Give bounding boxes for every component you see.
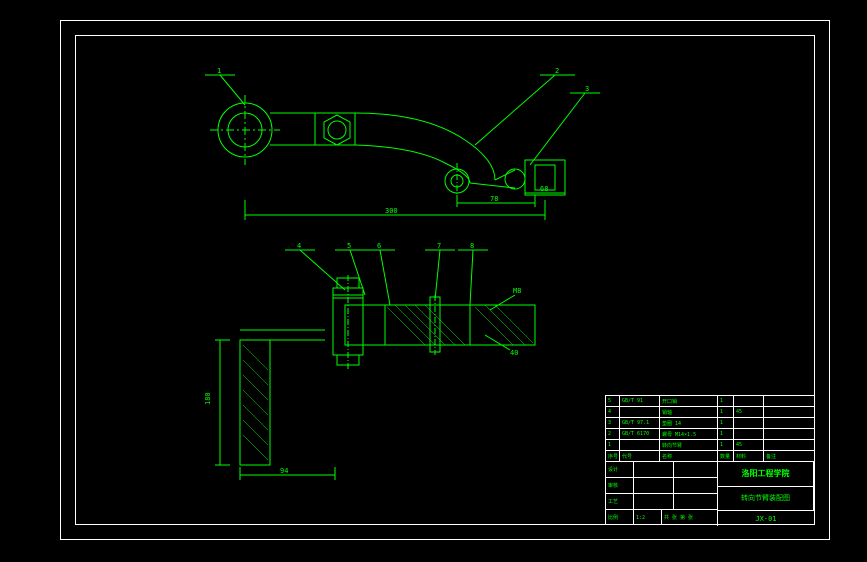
balloon-6: 6 [377,242,381,250]
balloon-1: 1 [217,67,221,75]
parts-row: 2 GB/T 6170 螺母 M14×1.5 1 [606,429,814,440]
balloon-5: 5 [347,242,351,250]
dim-right-span: 78 [490,195,498,203]
sheet-label: 共 张 第 张 [662,510,717,525]
designer-label: 设计 [606,462,634,477]
dim-overall: 300 [385,207,398,215]
balloon-8: 8 [470,242,474,250]
parts-header-row: 序号 代号 名称 数量 材料 备注 [606,451,814,462]
parts-row: 5 GB/T 91 开口销 1 [606,396,814,407]
checker-label: 审核 [606,478,634,493]
balloon-2: 2 [555,67,559,75]
drawing-title: 转向节臂装配图 [718,487,814,512]
parts-row: 3 GB/T 97.1 垫圈 14 1 [606,418,814,429]
scale-label: 比例 [606,510,634,525]
balloon-7: 7 [437,242,441,250]
parts-row: 4 销轴 1 45 [606,407,814,418]
balloon-4: 4 [297,242,301,250]
scale-value: 1:2 [634,510,662,525]
drawing-number: JX-01 [718,511,814,526]
dim-right-off: 68 [540,185,548,193]
dim-note-m8: M8 [513,287,521,295]
dim-note-40: 40 [510,349,518,357]
title-block: 5 GB/T 91 开口销 1 4 销轴 1 45 3 GB/T 97.1 垫圈… [605,395,815,525]
parts-row: 1 转向节臂 1 45 [606,440,814,451]
approver-label: 工艺 [606,494,634,509]
cad-drawing-canvas: 1 2 3 300 78 68 4 5 6 7 8 180 94 M8 40 5… [75,35,815,525]
school-name: 洛阳工程学院 [718,462,814,487]
dim-h-left: 180 [204,392,212,405]
dim-w-bot: 94 [280,467,288,475]
balloon-3: 3 [585,85,589,93]
